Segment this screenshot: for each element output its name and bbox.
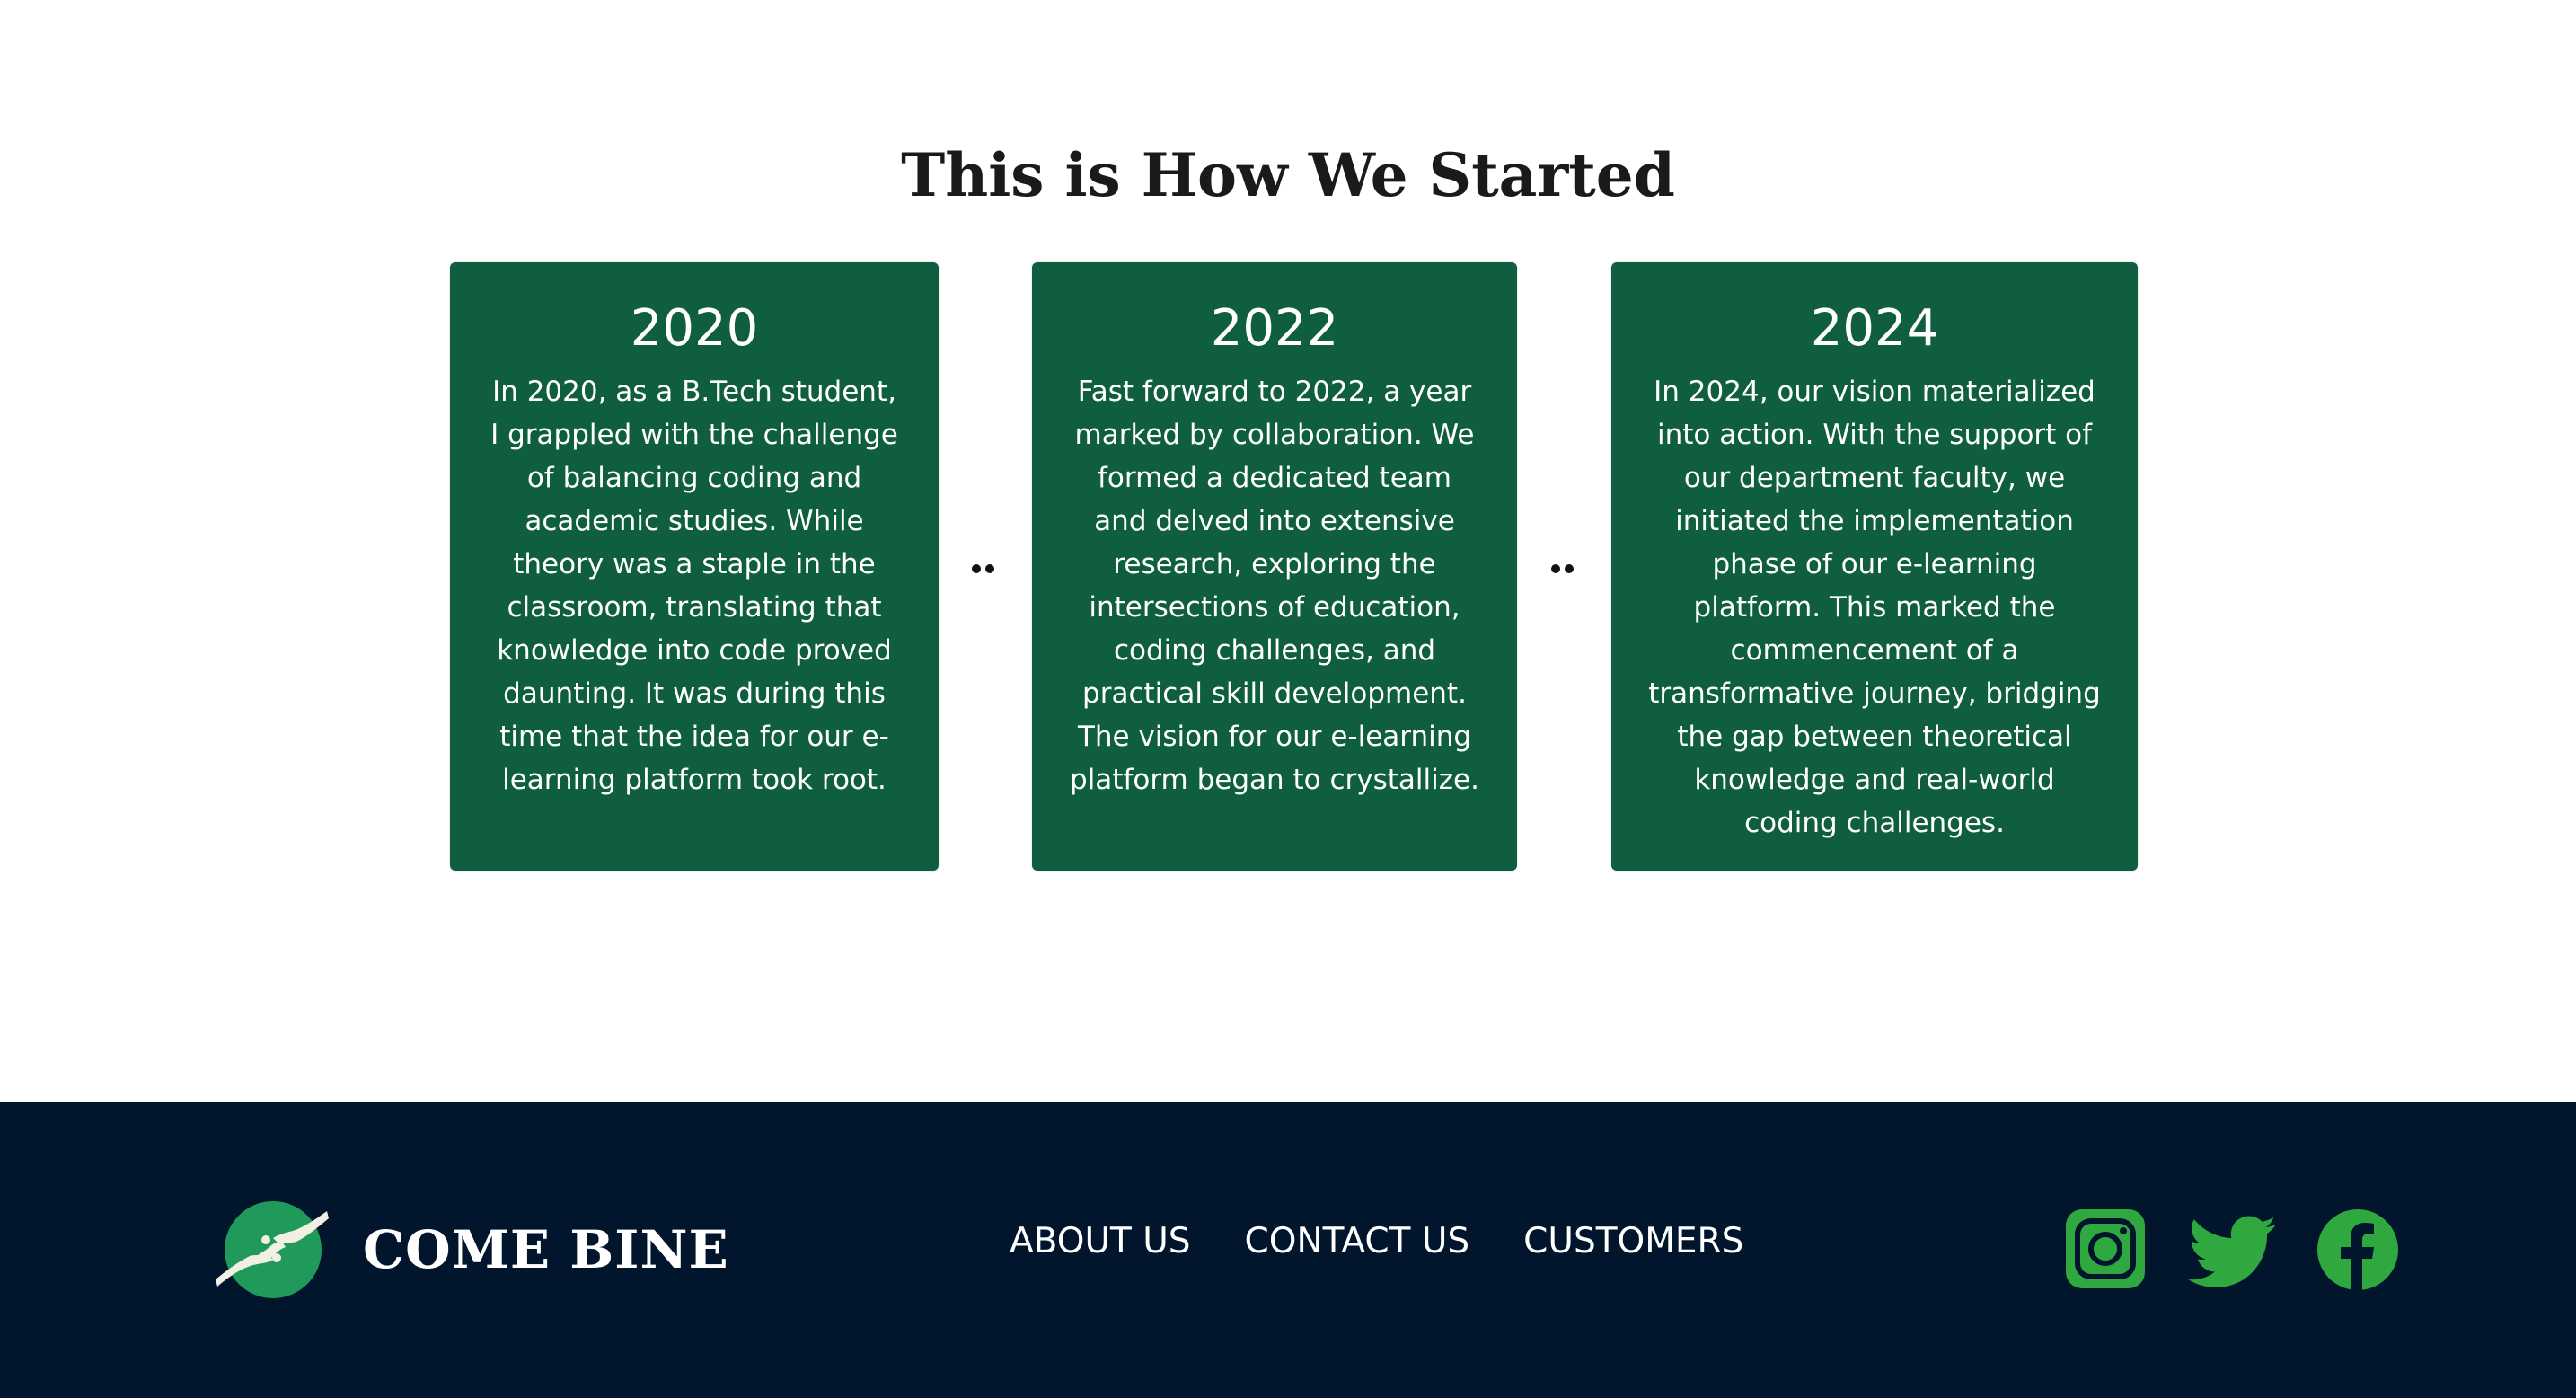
timeline-connector bbox=[1551, 562, 1578, 573]
timeline-card-2020: 2020 In 2020, as a B.Tech student, I gra… bbox=[450, 262, 939, 871]
footer-nav: ABOUT US CONTACT US CUSTOMERS bbox=[1010, 1218, 1743, 1265]
brand-name: COME BINE bbox=[363, 1219, 729, 1280]
instagram-icon[interactable] bbox=[2066, 1209, 2145, 1288]
footer-link-contact-us[interactable]: CONTACT US bbox=[1245, 1218, 1470, 1265]
timeline-connector bbox=[972, 562, 999, 573]
card-year: 2020 bbox=[630, 299, 759, 358]
card-text: Fast forward to 2022, a year marked by c… bbox=[1070, 376, 1479, 796]
card-text: In 2020, as a B.Tech student, I grappled… bbox=[490, 376, 898, 796]
card-text: In 2024, our vision materialized into ac… bbox=[1648, 376, 2101, 839]
timeline-card-2022: 2022 Fast forward to 2022, a year marked… bbox=[1032, 262, 1517, 871]
page-title: This is How We Started bbox=[901, 140, 1675, 210]
timeline-card-2024: 2024 In 2024, our vision materialized in… bbox=[1611, 262, 2138, 871]
footer-logo[interactable]: COME BINE bbox=[214, 1199, 729, 1301]
footer-link-customers[interactable]: CUSTOMERS bbox=[1523, 1218, 1743, 1265]
site-footer: COME BINE ABOUT US CONTACT US CUSTOMERS bbox=[0, 1102, 2576, 1398]
twitter-icon[interactable] bbox=[2188, 1215, 2276, 1290]
facebook-icon[interactable] bbox=[2317, 1209, 2398, 1290]
footer-link-about-us[interactable]: ABOUT US bbox=[1010, 1218, 1191, 1265]
card-year: 2022 bbox=[1210, 299, 1339, 358]
handshake-logo-icon bbox=[216, 1201, 329, 1298]
card-year: 2024 bbox=[1810, 299, 1939, 358]
